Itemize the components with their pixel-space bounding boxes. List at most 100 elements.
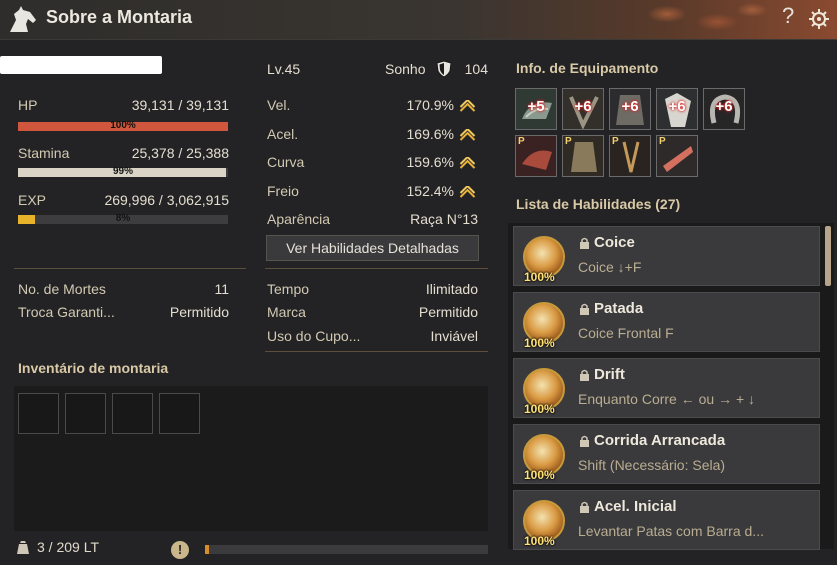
brand-value: Permitido (418, 304, 478, 320)
skill-mastery: 100% (524, 270, 555, 284)
equipment-slot-pearl-saddle[interactable]: P (515, 135, 557, 177)
rank-chevron-icon (459, 186, 476, 198)
horse-head-icon (10, 6, 36, 32)
rank-chevron-icon (459, 157, 476, 169)
rank-chevron-icon (459, 100, 476, 112)
guaranteed-trade-value: Permitido (169, 304, 229, 320)
warning-icon[interactable]: ! (171, 541, 189, 559)
stamina-label: Stamina (18, 145, 70, 161)
deaths-value: 11 (214, 281, 229, 297)
skill-command: Shift (Necessário: Sela) (578, 457, 726, 473)
appearance-value: Raça N°13 (410, 211, 478, 227)
skills-title: Lista de Habilidades (27) (516, 196, 681, 212)
rank-chevron-icon (459, 129, 476, 141)
window-title: Sobre a Montaria (46, 7, 193, 27)
equipment-slot-barding[interactable]: +6 (609, 88, 651, 130)
skill-item[interactable]: 100% Drift Enquanto Corre ← ou → + ↓ (513, 358, 820, 418)
equipment-slot-pearl-champron[interactable]: P (656, 135, 698, 177)
coupon-label: Uso do Cupo... (267, 328, 361, 344)
skill-name: Corrida Arrancada (594, 432, 726, 449)
time-label: Tempo (267, 281, 310, 297)
stamina-bar: 99% (18, 166, 228, 177)
lock-icon (580, 435, 589, 447)
guaranteed-trade-label: Troca Garanti... (18, 304, 115, 320)
enhance-level: +5 (527, 98, 545, 115)
mount-level: Lv.45 (267, 61, 301, 77)
skill-name: Coice (594, 234, 635, 251)
shield-icon (436, 60, 452, 78)
inventory-slot[interactable] (159, 393, 200, 434)
movement-stat-label: Vel. (267, 97, 291, 113)
lock-icon (580, 303, 589, 315)
settings-gear-icon[interactable] (808, 8, 830, 30)
enhance-level: +6 (715, 98, 733, 115)
enhance-level: +6 (574, 98, 592, 115)
movement-stat-label: Curva (267, 154, 305, 170)
lock-icon (580, 369, 589, 381)
hp-label: HP (18, 97, 38, 113)
exp-bar: 8% (18, 213, 228, 224)
skill-item[interactable]: 100% Corrida Arrancada Shift (Necessário: … (513, 424, 820, 484)
equipment-title: Info. de Equipamento (516, 60, 659, 76)
skill-command: Enquanto Corre ← ou → + ↓ (578, 391, 756, 407)
pearl-marker: P (612, 136, 619, 147)
divider-right-2 (265, 351, 488, 352)
equipment-slot-pearl-barding[interactable]: P (562, 135, 604, 177)
inventory-title: Inventário de montaria (18, 360, 169, 376)
pearl-marker: P (518, 136, 525, 147)
skill-mastery: 100% (524, 402, 555, 416)
hp-value: 39,131 / 39,131 (131, 97, 229, 113)
weight-bar (205, 545, 488, 554)
skill-item[interactable]: 100% Acel. Inicial Levantar Patas com Barr… (513, 490, 820, 550)
lock-icon (580, 237, 589, 249)
inventory-slot[interactable] (112, 393, 153, 434)
skill-name: Acel. Inicial (594, 498, 677, 515)
equipment-slot-pearl-stirrups[interactable]: P (609, 135, 651, 177)
movement-stat-value: 170.9% (406, 97, 454, 113)
pearl-marker: P (565, 136, 572, 147)
skill-mastery: 100% (524, 468, 555, 482)
inventory-slot[interactable] (18, 393, 59, 434)
skill-command: Coice Frontal F (578, 325, 674, 341)
equipment-slot-horseshoe[interactable]: +6 (703, 88, 745, 130)
enhance-level: +6 (621, 98, 639, 115)
title-bar: Sobre a Montaria ? (0, 0, 837, 40)
hp-bar: 100% (18, 120, 228, 131)
skill-item[interactable]: 100% Coice Coice ↓+F (513, 226, 820, 286)
equipment-slot-stirrups[interactable]: +6 (562, 88, 604, 130)
skill-command: Coice ↓+F (578, 259, 642, 275)
coupon-value: Inviável (430, 328, 478, 344)
divider-left (14, 268, 246, 269)
skill-item[interactable]: 100% Patada Coice Frontal F (513, 292, 820, 352)
help-button[interactable]: ? (782, 3, 794, 29)
spirit-value: 104 (464, 61, 488, 77)
skills-scrollbar[interactable] (825, 226, 831, 286)
movement-stat-label: Freio (267, 183, 299, 199)
spirit-label: Sonho (385, 61, 426, 77)
view-detailed-skills-button[interactable]: Ver Habilidades Detalhadas (266, 235, 479, 261)
pearl-marker: P (659, 136, 666, 147)
inventory-weight: 3 / 209 LT (37, 539, 100, 555)
skill-command: Levantar Patas com Barra d... (578, 523, 764, 539)
exp-label: EXP (18, 192, 47, 208)
skill-name: Drift (594, 366, 625, 383)
exp-value: 269,996 / 3,062,915 (104, 192, 229, 208)
equipment-slot-saddle[interactable]: +5 (515, 88, 557, 130)
skill-name: Patada (594, 300, 644, 317)
time-value: Ilimitado (425, 281, 478, 297)
enhance-level: +6 (668, 98, 686, 115)
brand-label: Marca (267, 304, 306, 320)
inventory-slot[interactable] (65, 393, 106, 434)
skill-mastery: 100% (524, 336, 555, 350)
divider-right (265, 268, 488, 269)
stamina-percent: 99% (112, 166, 133, 177)
stamina-value: 25,378 / 25,388 (131, 145, 229, 161)
equipment-slot-champron[interactable]: +6 (656, 88, 698, 130)
movement-stat-label: Acel. (267, 126, 299, 142)
movement-stat-value: 152.4% (406, 183, 454, 199)
skill-mastery: 100% (524, 534, 555, 548)
weight-bag-icon (17, 541, 29, 554)
weight-bar-fill (205, 545, 210, 554)
hp-percent: 100% (110, 120, 136, 131)
movement-stat-value: 159.6% (406, 154, 454, 170)
